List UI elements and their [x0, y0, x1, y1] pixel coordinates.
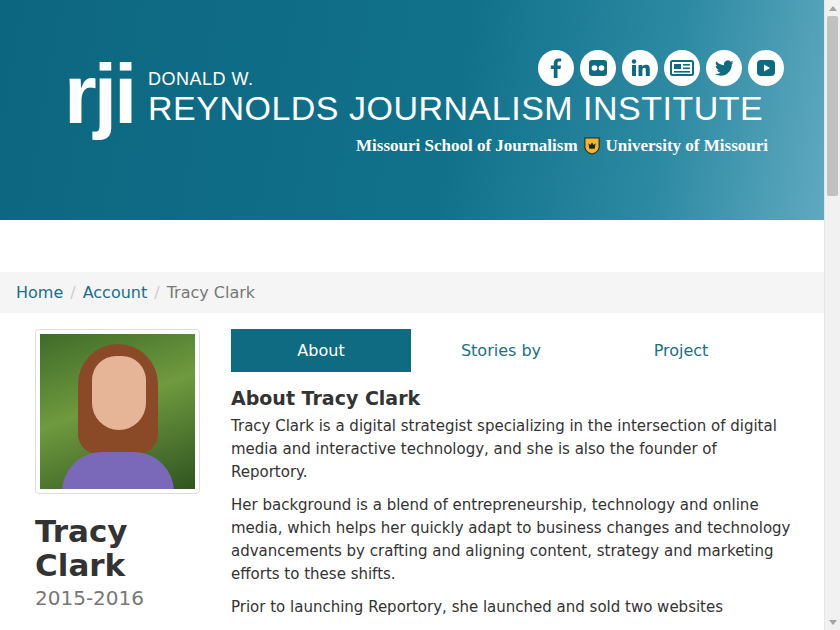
brand: DONALD W.REYNOLDS JOURNALISM INSTITUTE Mi… [148, 50, 784, 156]
breadcrumb-item[interactable]: Home [16, 283, 63, 302]
header-banner: rjiDONALD W.REYNOLDS JOURNALISM INSTITUT… [0, 0, 824, 220]
twitter-icon[interactable] [706, 50, 742, 86]
profile-main: Tracy Clark 2015-2016 AboutStories byProje… [0, 313, 824, 629]
profile-years: 2015-2016 [35, 586, 200, 610]
tab[interactable]: Project [591, 329, 771, 372]
institute-name: REYNOLDS JOURNALISM INSTITUTE [148, 88, 784, 128]
page-content: rjiDONALD W.REYNOLDS JOURNALISM INSTITUT… [0, 0, 824, 630]
social-links [538, 50, 784, 86]
about-paragraph: Tracy Clark is a digital strategist spec… [231, 415, 791, 484]
profile-photo [35, 329, 200, 494]
breadcrumb: Home/Account/Tracy Clark [0, 272, 824, 313]
profile-name: Tracy Clark [35, 514, 200, 582]
logo-mark[interactable]: rji [64, 52, 148, 136]
about-paragraph: Prior to launching Reportory, she launch… [231, 596, 791, 619]
profile-content: AboutStories byProject About Tracy Clark T… [231, 329, 791, 629]
scrollbar[interactable] [824, 0, 840, 630]
breadcrumb-separator: / [147, 283, 166, 302]
about-heading: About Tracy Clark [231, 387, 791, 409]
breadcrumb-item[interactable]: Account [83, 283, 148, 302]
school-name: Missouri School of Journalism [356, 136, 578, 156]
tiger-shield-icon [584, 137, 600, 155]
brand-top: DONALD W. [148, 50, 784, 88]
breadcrumb-separator: / [63, 283, 82, 302]
newspaper-icon[interactable] [664, 50, 700, 86]
tabs: AboutStories byProject [231, 329, 791, 372]
flickr-icon[interactable] [580, 50, 616, 86]
about-paragraph: Her background is a blend of entrepreneu… [231, 494, 791, 586]
linkedin-icon[interactable] [622, 50, 658, 86]
profile-sidebar: Tracy Clark 2015-2016 [35, 329, 200, 629]
youtube-icon[interactable] [748, 50, 784, 86]
photo-shirt [62, 452, 174, 489]
scroll-thumb[interactable] [827, 16, 838, 196]
photo-image [40, 334, 195, 489]
page: rjiDONALD W.REYNOLDS JOURNALISM INSTITUT… [0, 0, 840, 630]
spacer [0, 220, 824, 272]
tab[interactable]: About [231, 329, 411, 372]
scroll-down-icon[interactable] [825, 614, 840, 630]
photo-face [92, 356, 146, 430]
tab[interactable]: Stories by [411, 329, 591, 372]
scroll-track [825, 16, 840, 614]
university-name: University of Missouri [606, 136, 768, 156]
scroll-up-icon[interactable] [825, 0, 840, 16]
facebook-icon[interactable] [538, 50, 574, 86]
institute-prefix: DONALD W. [148, 70, 254, 88]
affiliation: Missouri School of Journalism University … [148, 136, 784, 156]
breadcrumb-item: Tracy Clark [167, 283, 255, 302]
